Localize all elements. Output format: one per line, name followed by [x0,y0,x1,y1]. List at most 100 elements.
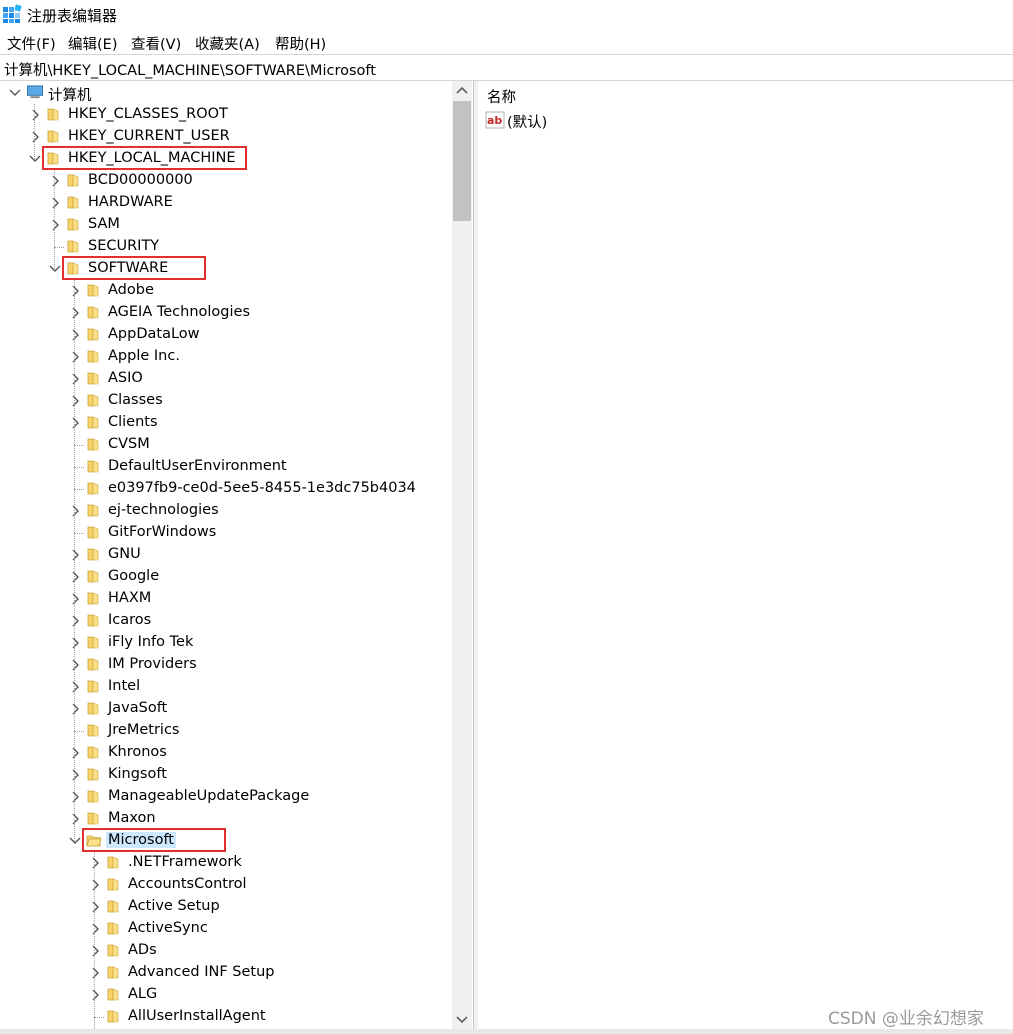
tree-node[interactable]: CVSM [0,434,450,456]
column-header-name[interactable]: 名称 [487,86,516,107]
tree-node[interactable]: Icaros [0,610,450,632]
tree-node-label[interactable]: HAXM [106,590,153,606]
tree-node[interactable]: SAM [0,214,450,236]
tree-node-label[interactable]: HKEY_CURRENT_USER [66,128,232,144]
tree-node[interactable]: AccountsControl [0,874,450,896]
tree-node[interactable]: AllUserInstallAgent [0,1006,450,1028]
tree-node-label[interactable]: IM Providers [106,656,199,672]
tree-node-label[interactable]: Intel [106,678,142,694]
chevron-right-icon[interactable] [68,280,82,302]
tree-node-label[interactable]: AccountsControl [126,876,249,892]
chevron-right-icon[interactable] [68,588,82,610]
chevron-right-icon[interactable] [68,654,82,676]
tree-node-label[interactable]: ej-technologies [106,502,221,518]
tree-node-label[interactable]: ActiveSync [126,920,210,936]
tree-node-label[interactable]: Google [106,568,161,584]
tree-node-label[interactable]: ManageableUpdatePackage [106,788,311,804]
tree-node[interactable]: ADs [0,940,450,962]
chevron-right-icon[interactable] [68,390,82,412]
tree-node[interactable]: GitForWindows [0,522,450,544]
tree-node[interactable]: HARDWARE [0,192,450,214]
tree-node-label[interactable]: Clients [106,414,160,430]
chevron-right-icon[interactable] [48,192,62,214]
chevron-right-icon[interactable] [88,918,102,940]
tree-node[interactable]: Classes [0,390,450,412]
tree-node[interactable]: e0397fb9-ce0d-5ee5-8455-1e3dc75b4034 [0,478,450,500]
tree-node[interactable]: AGEIA Technologies [0,302,450,324]
tree-node-label[interactable]: ADs [126,942,159,958]
tree-node[interactable]: Advanced INF Setup [0,962,450,984]
address-bar[interactable]: 计算机\HKEY_LOCAL_MACHINE\SOFTWARE\Microsof… [0,54,1013,81]
tree-node[interactable]: 计算机 [0,82,450,104]
tree-node[interactable]: GNU [0,544,450,566]
tree-node-label[interactable]: Icaros [106,612,153,628]
chevron-right-icon[interactable] [68,346,82,368]
tree-node-label[interactable]: HARDWARE [86,194,175,210]
tree-node[interactable]: Apple Inc. [0,346,450,368]
chevron-right-icon[interactable] [68,412,82,434]
chevron-right-icon[interactable] [68,368,82,390]
chevron-right-icon[interactable] [88,984,102,1006]
address-path[interactable]: 计算机\HKEY_LOCAL_MACHINE\SOFTWARE\Microsof… [4,59,376,80]
tree-node[interactable]: HAXM [0,588,450,610]
tree-node-label[interactable]: AllUserInstallAgent [126,1008,268,1024]
tree-node[interactable]: Khronos [0,742,450,764]
chevron-right-icon[interactable] [88,874,102,896]
tree-node[interactable]: HKEY_LOCAL_MACHINE [0,146,450,170]
tree-node-label[interactable]: AppDataLow [106,326,202,342]
tree-node-label[interactable]: ALG [126,986,159,1002]
tree-node-label[interactable]: Khronos [106,744,169,760]
tree-node-label[interactable]: Maxon [106,810,158,826]
chevron-down-icon[interactable] [48,258,62,280]
tree-node[interactable]: HKEY_CLASSES_ROOT [0,104,450,126]
scrollbar-thumb[interactable] [453,101,471,221]
tree-node-label[interactable]: HKEY_CLASSES_ROOT [66,106,230,122]
tree-node[interactable]: .NETFramework [0,852,450,874]
tree-node-label[interactable]: e0397fb9-ce0d-5ee5-8455-1e3dc75b4034 [106,480,418,496]
chevron-right-icon[interactable] [88,962,102,984]
tree-node-label[interactable]: GitForWindows [106,524,218,540]
chevron-down-icon[interactable] [8,82,22,104]
tree-node-label[interactable]: 计算机 [46,84,94,105]
tree-node[interactable]: iFly Info Tek [0,632,450,654]
tree-node[interactable]: ActiveSync [0,918,450,940]
tree-node-label[interactable]: iFly Info Tek [106,634,195,650]
tree-node-label[interactable]: .NETFramework [126,854,244,870]
chevron-down-icon[interactable] [68,830,82,852]
tree-node[interactable]: JavaSoft [0,698,450,720]
chevron-right-icon[interactable] [68,610,82,632]
tree-node[interactable]: SOFTWARE [0,256,450,280]
chevron-right-icon[interactable] [68,324,82,346]
tree-node[interactable]: JreMetrics [0,720,450,742]
menu-edit[interactable]: 编辑(E) [68,33,117,54]
scroll-up-icon[interactable] [452,81,472,101]
tree-node[interactable]: ManageableUpdatePackage [0,786,450,808]
chevron-down-icon[interactable] [28,148,42,170]
chevron-right-icon[interactable] [68,302,82,324]
menu-favorites[interactable]: 收藏夹(A) [195,33,260,54]
tree-node-label[interactable]: CVSM [106,436,152,452]
chevron-right-icon[interactable] [88,940,102,962]
chevron-right-icon[interactable] [68,786,82,808]
menu-help[interactable]: 帮助(H) [275,33,326,54]
chevron-right-icon[interactable] [68,698,82,720]
tree-node-label[interactable]: Apple Inc. [106,348,182,364]
tree-node-label[interactable]: JavaSoft [106,700,169,716]
tree-node[interactable]: Adobe [0,280,450,302]
menu-view[interactable]: 查看(V) [131,33,181,54]
tree-node[interactable]: DefaultUserEnvironment [0,456,450,478]
tree-node-label[interactable]: SECURITY [86,238,161,254]
chevron-right-icon[interactable] [48,214,62,236]
tree-node[interactable]: Maxon [0,808,450,830]
scroll-down-icon[interactable] [452,1009,472,1029]
tree-vertical-scrollbar[interactable] [452,81,472,1029]
chevron-right-icon[interactable] [28,104,42,126]
tree-node[interactable]: SECURITY [0,236,450,258]
tree-node[interactable]: Clients [0,412,450,434]
tree-node-label[interactable]: SAM [86,216,122,232]
chevron-right-icon[interactable] [68,742,82,764]
tree-node[interactable]: Google [0,566,450,588]
chevron-right-icon[interactable] [88,852,102,874]
key-tree-pane[interactable]: 计算机 HKEY_CLASSES_ROOT HKEY_CURRENT_USER HKE… [0,81,474,1029]
tree-node-label[interactable]: GNU [106,546,143,562]
